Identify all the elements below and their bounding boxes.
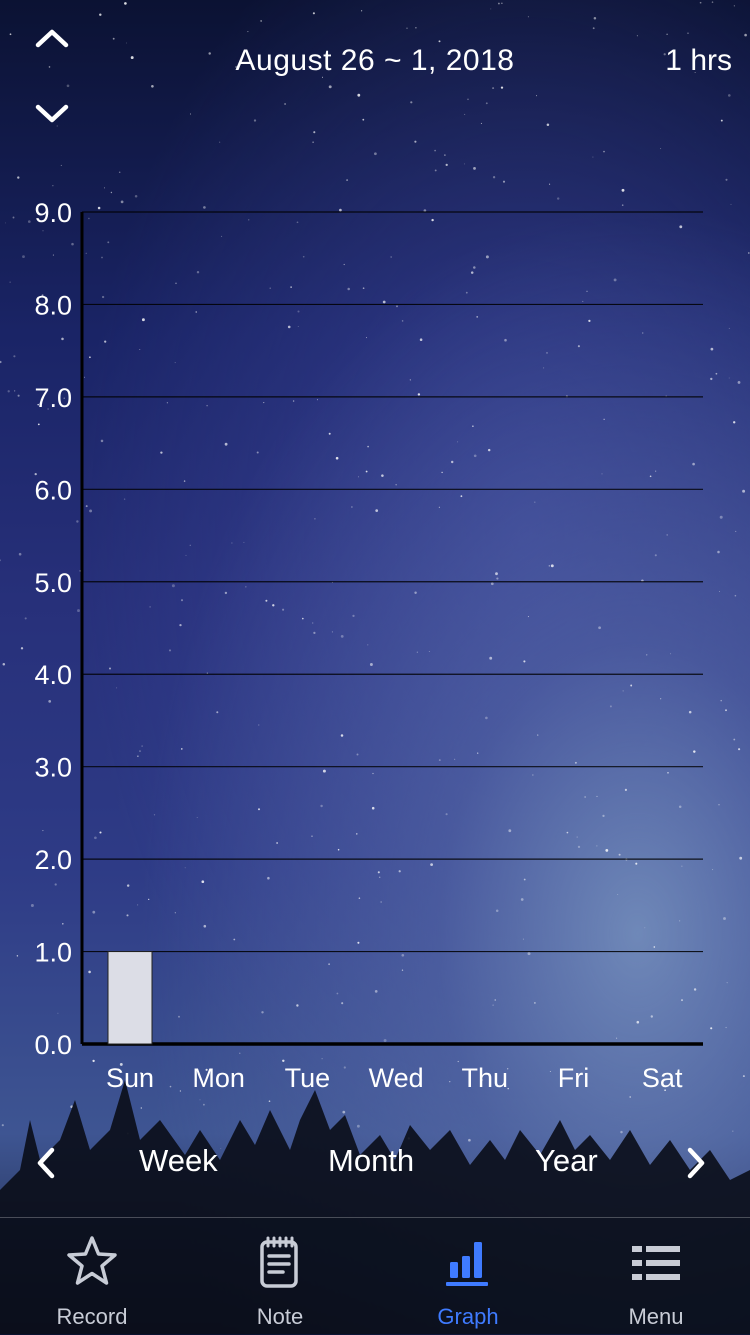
star-icon <box>67 1236 117 1285</box>
previous-period-button[interactable] <box>30 18 74 58</box>
notepad-icon <box>260 1236 298 1288</box>
bar-sun <box>107 951 153 1045</box>
total-hours-label: 1 hrs <box>665 44 732 77</box>
y-tick-label: 5.0 <box>34 568 72 598</box>
range-year-button[interactable]: Year <box>535 1143 598 1179</box>
y-tick-label: 4.0 <box>34 660 72 690</box>
range-selector: Week Month Year <box>0 1135 750 1191</box>
range-week-button[interactable]: Week <box>139 1143 218 1179</box>
range-month-button[interactable]: Month <box>328 1143 414 1179</box>
range-next-button[interactable] <box>676 1141 716 1185</box>
chevron-right-icon <box>687 1147 705 1179</box>
x-tick-label: Sat <box>642 1063 683 1093</box>
x-tick-label: Tue <box>285 1063 331 1093</box>
tab-menu-label: Menu <box>628 1304 684 1329</box>
list-icon <box>632 1246 680 1280</box>
x-tick-label: Sun <box>106 1063 154 1093</box>
y-tick-label: 9.0 <box>34 198 72 228</box>
tab-note[interactable]: Note <box>205 1218 355 1335</box>
x-tick-label: Thu <box>462 1063 509 1093</box>
y-tick-label: 6.0 <box>34 475 72 505</box>
bar-chart-icon <box>446 1242 488 1286</box>
next-period-button[interactable] <box>30 94 74 134</box>
y-tick-label: 7.0 <box>34 383 72 413</box>
x-tick-label: Fri <box>558 1063 589 1093</box>
tab-graph[interactable]: Graph <box>393 1218 543 1335</box>
period-label: August 26 ~ 1, 2018 <box>235 44 515 77</box>
tab-note-label: Note <box>256 1304 304 1329</box>
tab-record-label: Record <box>56 1304 128 1329</box>
weekly-bar-chart: 0.0 1.0 2.0 3.0 4.0 5.0 6.0 7.0 8.0 9.0 Sun Mon Tue W… <box>34 198 703 1093</box>
range-prev-button[interactable] <box>26 1141 66 1185</box>
y-tick-label: 2.0 <box>34 845 72 875</box>
tab-record[interactable]: Record <box>17 1218 167 1335</box>
tab-bar: Record Note Graph Menu <box>0 1217 750 1335</box>
chevron-up-icon <box>35 29 69 48</box>
y-tick-label: 8.0 <box>34 290 72 320</box>
chevron-left-icon <box>37 1147 55 1179</box>
x-tick-label: Wed <box>369 1063 424 1093</box>
x-tick-label: Mon <box>192 1063 245 1093</box>
chevron-down-icon <box>35 104 69 123</box>
y-tick-label: 3.0 <box>34 753 72 783</box>
tab-graph-label: Graph <box>437 1304 499 1329</box>
y-tick-label: 0.0 <box>34 1030 72 1060</box>
y-tick-label: 1.0 <box>34 938 72 968</box>
tab-menu[interactable]: Menu <box>581 1218 731 1335</box>
